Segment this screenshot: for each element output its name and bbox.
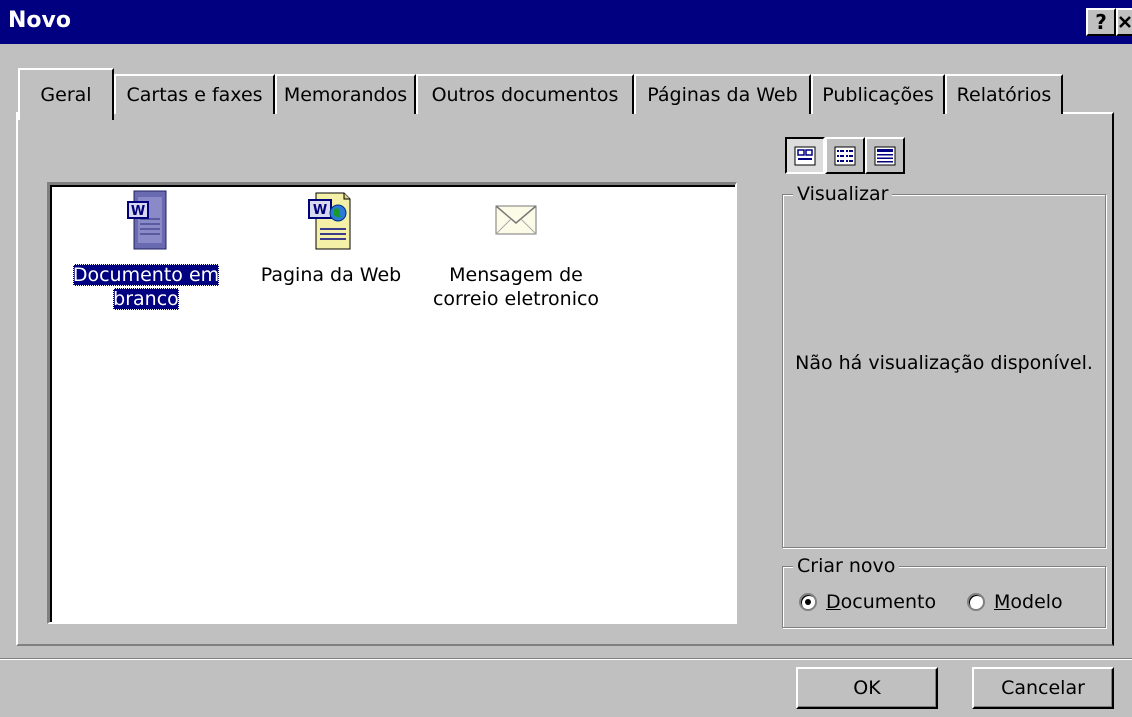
template-label: Documento em [72, 264, 220, 286]
svg-text:W: W [131, 204, 145, 219]
radio-circle-unchecked[interactable] [967, 593, 985, 611]
dialog-title: Novo [8, 8, 71, 33]
radio-label-accel: M [994, 591, 1011, 613]
tab-relatorios[interactable]: Relatórios [945, 74, 1063, 114]
large-icons-view-button[interactable] [785, 137, 825, 174]
template-label: Pagina da Web [260, 264, 402, 286]
preview-message: Não há visualização disponível. [795, 352, 1093, 374]
radio-circle-checked[interactable] [799, 593, 817, 611]
close-button[interactable] [1116, 8, 1132, 36]
large-icons-view-icon [794, 146, 816, 165]
radio-label: ocumento [840, 591, 937, 613]
create-new-legend: Criar novo [793, 554, 900, 578]
template-item-pagina-da-web[interactable]: W Pagina da Web [246, 187, 416, 317]
footer-separator [0, 658, 1132, 660]
template-label: Mensagem de [449, 264, 583, 286]
word-document-icon: W [127, 190, 167, 250]
cancel-button[interactable]: Cancelar [972, 667, 1114, 709]
tab-memorandos[interactable]: Memorandos [275, 74, 416, 114]
tab-outros-documentos[interactable]: Outros documentos [416, 74, 634, 114]
word-web-page-icon: W [308, 192, 351, 250]
template-label-2: correio eletronico [432, 288, 600, 310]
tab-paginas-da-web[interactable]: Páginas da Web [634, 74, 811, 114]
create-new-group: Criar novo Documento Modelo [782, 554, 1106, 628]
details-view-button[interactable] [865, 137, 905, 174]
tab-publicacoes[interactable]: Publicações [811, 74, 945, 114]
radio-label-accel: D [826, 591, 841, 613]
list-view-icon [834, 146, 856, 165]
template-list[interactable]: W Documento em branco W Pagina da Web Men… [47, 182, 737, 624]
svg-text:W: W [313, 203, 327, 218]
preview-group: Visualizar Não há visualização disponíve… [782, 182, 1106, 548]
envelope-icon [495, 205, 537, 235]
template-item-documento-em-branco[interactable]: W Documento em branco [68, 187, 224, 317]
list-view-button[interactable] [825, 137, 865, 174]
radio-modelo[interactable]: Modelo [967, 591, 1063, 613]
radio-label: odelo [1010, 591, 1063, 613]
title-bar: Novo ? [0, 0, 1132, 44]
tab-geral[interactable]: Geral [18, 68, 114, 120]
template-label-2: branco [113, 288, 179, 310]
help-button[interactable]: ? [1086, 8, 1116, 36]
close-icon [1119, 16, 1131, 28]
details-view-icon [874, 146, 896, 165]
tab-cartas-e-faxes[interactable]: Cartas e faxes [114, 74, 275, 114]
ok-button[interactable]: OK [796, 667, 938, 709]
radio-documento[interactable]: Documento [799, 591, 936, 613]
template-item-mensagem-de-correio-eletronico[interactable]: Mensagem de correio eletronico [428, 187, 604, 317]
preview-legend: Visualizar [793, 182, 893, 206]
